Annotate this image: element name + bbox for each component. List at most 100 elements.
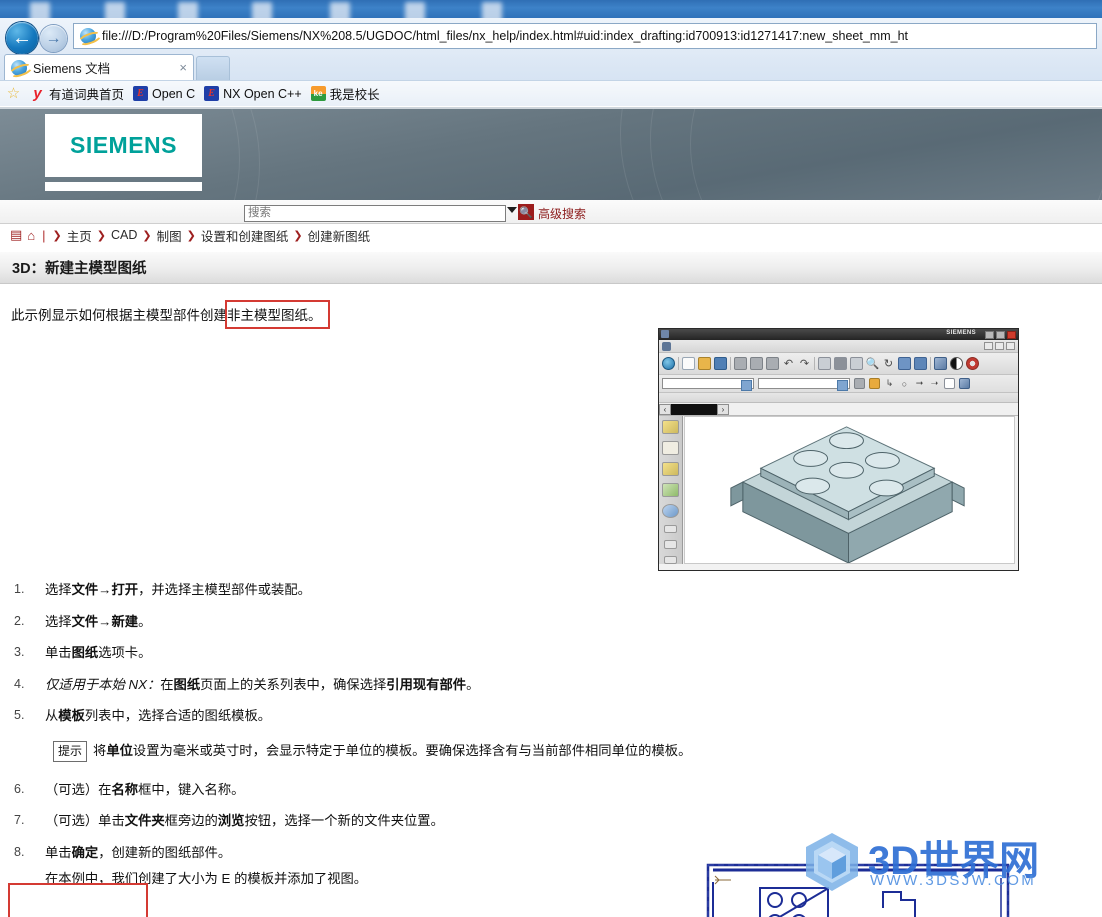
new-file-icon[interactable] <box>682 357 695 370</box>
breadcrumb-item-home[interactable]: 主页 <box>67 226 92 245</box>
search-button[interactable]: 🔍 <box>518 204 534 220</box>
list-item: 3. 单击图纸选项卡。 <box>0 643 760 664</box>
face-select-icon[interactable] <box>944 378 955 389</box>
zoom-window-icon[interactable] <box>850 357 863 370</box>
scrollbar-thumb[interactable] <box>671 403 717 415</box>
save-icon[interactable] <box>714 357 727 370</box>
address-bar-url: file:///D:/Program%20Files/Siemens/NX%20… <box>102 29 908 43</box>
list-item: 8. 单击确定，创建新的图纸部件。 在本例中，我们创建了大小为 E 的模板并添加了… <box>0 843 760 890</box>
step-number: 6. <box>14 781 25 796</box>
body-select-icon[interactable] <box>959 378 970 389</box>
reuse-library-icon[interactable] <box>662 482 679 497</box>
center-point-icon[interactable]: ○ <box>899 378 910 389</box>
pan-icon[interactable] <box>898 357 911 370</box>
list-item: 7. （可选）单击文件夹框旁边的浏览按钮，选择一个新的文件夹位置。 <box>0 811 760 832</box>
chevron-down-icon[interactable] <box>507 207 517 213</box>
minimize-icon[interactable] <box>985 330 994 339</box>
page-title: 3D：新建主模型图纸 <box>0 252 1102 284</box>
view-style-icon[interactable] <box>914 357 927 370</box>
address-bar[interactable]: file:///D:/Program%20Files/Siemens/NX%20… <box>73 23 1097 49</box>
back-button[interactable]: ← <box>6 22 38 54</box>
close-icon[interactable]: × <box>179 60 187 75</box>
bookmark-item-youdao[interactable]: y 有道词典首页 <box>30 84 124 103</box>
breadcrumb-item-setup-create-sheets[interactable]: 设置和创建图纸 <box>201 226 289 245</box>
part-navigator-icon[interactable] <box>662 461 679 476</box>
system-materials-icon[interactable] <box>664 555 677 564</box>
step-number: 8. <box>14 844 25 859</box>
step-text: 按钮，选择一个新的文件夹位置。 <box>244 813 444 829</box>
bookmark-item-favorites[interactable]: ☆ <box>6 86 21 101</box>
type-filter-dropdown[interactable] <box>662 378 754 391</box>
paste-icon[interactable] <box>766 357 779 370</box>
nx-graphics-window[interactable] <box>684 416 1015 564</box>
nx-brand-label: SIEMENS <box>946 330 976 336</box>
undo-icon[interactable]: ↶ <box>782 357 795 370</box>
bookmark-item-open-c[interactable]: E Open C <box>133 86 195 101</box>
system-scenes-icon[interactable] <box>664 540 677 549</box>
open-file-icon[interactable] <box>698 357 711 370</box>
cut-icon[interactable] <box>734 357 747 370</box>
closing-note: 在本例中，我们创建了大小为 E 的模板并添加了视图。 <box>45 871 368 887</box>
tab-title: Siemens 文档 <box>33 62 111 76</box>
advanced-search-link[interactable]: 高级搜索 <box>538 205 586 222</box>
copy-icon[interactable] <box>750 357 763 370</box>
render-style-icon[interactable] <box>966 357 979 370</box>
forward-button[interactable]: → <box>40 25 67 52</box>
search-strip: 🔍 高级搜索 <box>0 200 1102 224</box>
orient-view-icon[interactable] <box>934 357 947 370</box>
end-point-icon[interactable]: ↳ <box>884 378 895 389</box>
step-text: （可选）在 <box>45 781 112 797</box>
shading-toggle-icon[interactable] <box>950 357 963 370</box>
step-text: （可选）单击 <box>45 813 125 829</box>
chevron-right-icon: ❯ <box>293 229 303 242</box>
tip-text: 设置为毫米或英寸时，会显示特定于单位的模板。要确保选择含有与当前部件相同单位的模… <box>132 743 692 759</box>
home-icon[interactable]: ⌂ <box>27 228 35 243</box>
snap-point-icon[interactable] <box>869 378 880 389</box>
step-italic: 仅适用于本始 NX： <box>45 676 161 692</box>
close-icon[interactable] <box>1007 330 1016 339</box>
search-input[interactable] <box>244 204 506 222</box>
bookmark-item-wo-shi-xiao-zhang[interactable]: ke 我是校长 <box>310 84 380 103</box>
minimize-icon[interactable] <box>984 342 993 350</box>
chevron-right-icon: ❯ <box>186 229 196 242</box>
intersection-icon[interactable]: ➞ <box>914 378 925 389</box>
zoom-icon[interactable]: 🔍 <box>866 357 880 370</box>
layer-filter-dropdown[interactable] <box>758 378 850 391</box>
siemens-banner: SIEMENS <box>0 107 1102 200</box>
step-emphasis: 名称 <box>111 781 139 797</box>
roles-icon[interactable] <box>664 524 677 534</box>
step-number: 7. <box>14 813 25 828</box>
nx-resource-bar <box>659 416 683 564</box>
close-icon[interactable] <box>1006 342 1015 350</box>
new-tab-button[interactable] <box>196 56 230 80</box>
toolbar-divider <box>930 357 931 370</box>
breadcrumb-item-drafting[interactable]: 制图 <box>157 226 182 245</box>
scroll-left-icon[interactable]: ‹ <box>659 403 671 415</box>
internet-explorer-icon <box>80 28 96 44</box>
scroll-right-icon[interactable]: › <box>717 403 729 415</box>
shaded-view-icon[interactable] <box>834 357 847 370</box>
document-icon[interactable]: ▤ <box>10 227 22 243</box>
nx-start-icon[interactable] <box>662 357 675 370</box>
nx-logo-icon <box>662 342 671 351</box>
breadcrumb-item-create-new-sheet[interactable]: 创建新图纸 <box>308 226 371 245</box>
bookmark-item-nx-open-cpp[interactable]: E NX Open C++ <box>204 86 302 101</box>
rotate-icon[interactable]: ↻ <box>882 357 895 370</box>
step-text: 页面上的关系列表中，确保选择 <box>200 676 387 692</box>
nx-horizontal-scrollbar[interactable]: ‹ › <box>659 403 1018 416</box>
browser-tab[interactable]: Siemens 文档 × <box>4 54 194 80</box>
select-feature-icon[interactable] <box>854 378 865 389</box>
step-text: 。 <box>466 676 480 692</box>
restore-icon[interactable] <box>995 342 1004 350</box>
bookmark-label: Open C <box>152 86 196 101</box>
fit-view-icon[interactable] <box>818 357 831 370</box>
breadcrumb-item-cad[interactable]: CAD <box>111 228 137 242</box>
step-text: 选择 <box>45 613 72 629</box>
history-icon[interactable] <box>662 503 679 518</box>
maximize-icon[interactable] <box>996 330 1005 339</box>
redo-icon[interactable]: ↷ <box>798 357 811 370</box>
quadrant-point-icon[interactable]: ➝ <box>929 378 940 389</box>
assembly-navigator-icon[interactable] <box>662 420 679 434</box>
constraint-navigator-icon[interactable] <box>662 440 679 455</box>
bookmark-label: 有道词典首页 <box>49 88 125 102</box>
